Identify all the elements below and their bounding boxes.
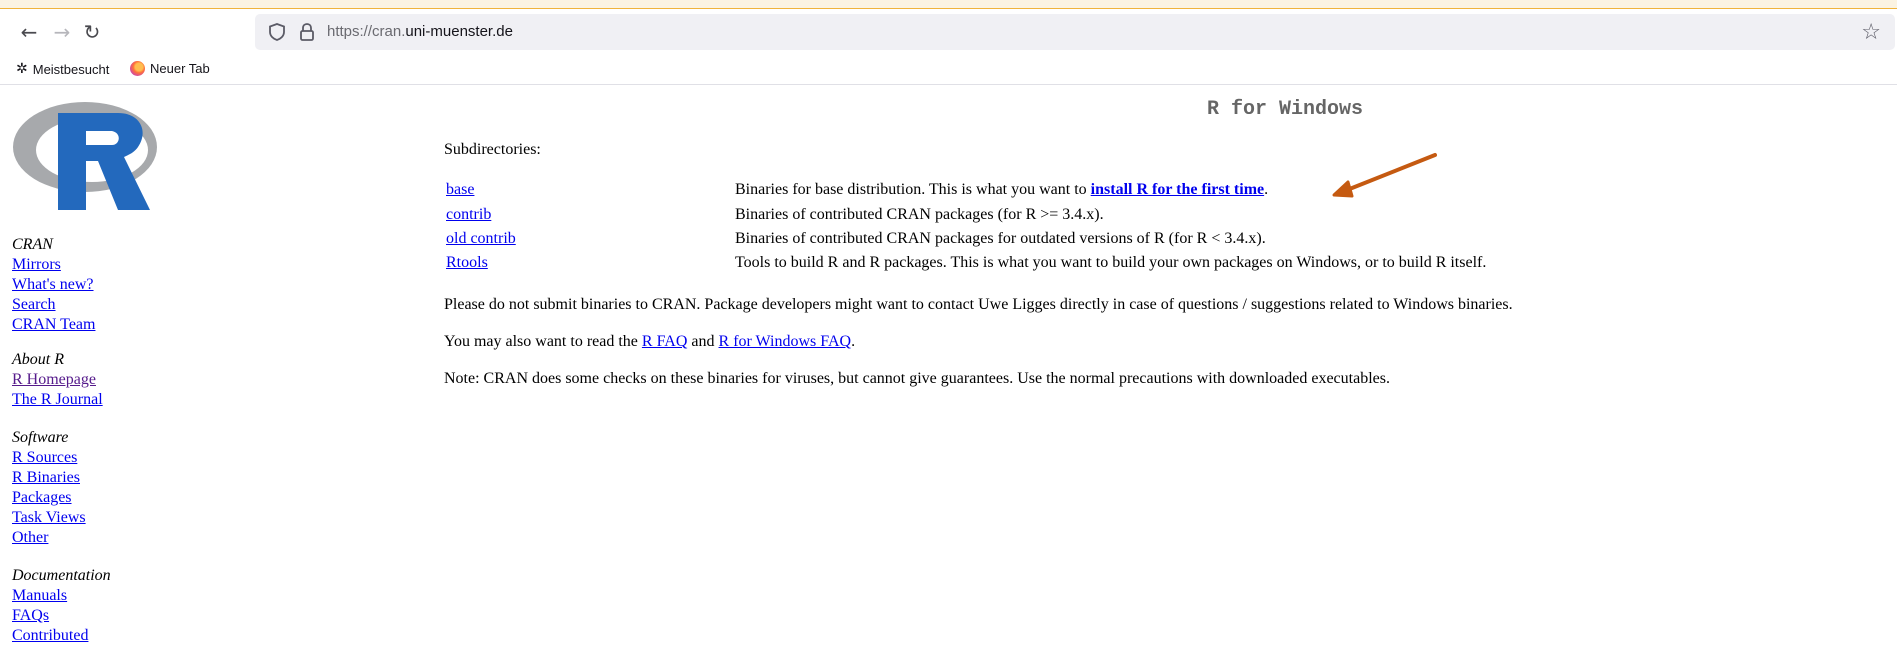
sidebar-link-search[interactable]: Search bbox=[12, 295, 95, 315]
gear-icon: ✲ bbox=[16, 61, 28, 77]
window-top-edge bbox=[0, 0, 1897, 9]
subdir-desc-rtools: Tools to build R and R packages. This is… bbox=[735, 254, 1487, 271]
reload-icon[interactable]: ↻ bbox=[78, 18, 106, 46]
sidebar-group-documentation: Documentation Manuals FAQs Contributed bbox=[12, 566, 111, 646]
subdir-link-rtools[interactable]: Rtools bbox=[446, 254, 488, 271]
subdir-row-contrib: contrib bbox=[446, 206, 491, 224]
sidebar-link-task-views[interactable]: Task Views bbox=[12, 508, 86, 528]
sidebar-link-whats-new[interactable]: What's new? bbox=[12, 275, 95, 295]
sidebar-link-r-journal[interactable]: The R Journal bbox=[12, 390, 103, 410]
sidebar-group-software: Software R Sources R Binaries Packages T… bbox=[12, 428, 86, 548]
sidebar-link-r-sources[interactable]: R Sources bbox=[12, 448, 86, 468]
sidebar-link-faqs[interactable]: FAQs bbox=[12, 606, 111, 626]
page-title: R for Windows bbox=[1207, 98, 1364, 121]
sidebar-link-manuals[interactable]: Manuals bbox=[12, 586, 111, 606]
subdir-desc-old-contrib: Binaries of contributed CRAN packages fo… bbox=[735, 230, 1266, 247]
sidebar-link-r-binaries[interactable]: R Binaries bbox=[12, 468, 86, 488]
sidebar-heading: Software bbox=[12, 429, 69, 446]
sidebar-heading: CRAN bbox=[12, 236, 53, 253]
bookmark-most-visited[interactable]: ✲ Meistbesucht bbox=[16, 61, 109, 77]
subdir-row-old-contrib: old contrib bbox=[446, 230, 516, 248]
faq-paragraph: You may also want to read the R FAQ and … bbox=[444, 333, 856, 350]
firefox-icon bbox=[130, 61, 145, 76]
subdirectories-label: Subdirectories: bbox=[444, 141, 541, 158]
sidebar-group-about-r: About R R Homepage The R Journal bbox=[12, 350, 103, 410]
install-r-first-time-link[interactable]: install R for the first time bbox=[1091, 181, 1264, 198]
binaries-notice: Please do not submit binaries to CRAN. P… bbox=[444, 296, 1513, 313]
shield-icon[interactable] bbox=[267, 22, 287, 42]
browser-toolbar: ← → ↻ https://cran.uni-muenster.de ☆ bbox=[0, 10, 1897, 55]
r-logo[interactable] bbox=[10, 95, 160, 215]
sidebar-group-cran: CRAN Mirrors What's new? Search CRAN Tea… bbox=[12, 235, 95, 335]
bookmark-star-icon[interactable]: ☆ bbox=[1861, 20, 1881, 45]
annotation-arrow-icon bbox=[1332, 153, 1437, 198]
bookmarks-bar: ✲ Meistbesucht Neuer Tab bbox=[0, 55, 1897, 85]
sidebar-link-cran-team[interactable]: CRAN Team bbox=[12, 315, 95, 335]
back-arrow-icon[interactable]: ← bbox=[15, 18, 43, 46]
virus-note: Note: CRAN does some checks on these bin… bbox=[444, 370, 1390, 387]
sidebar-link-other[interactable]: Other bbox=[12, 528, 86, 548]
sidebar-heading: Documentation bbox=[12, 567, 111, 584]
address-bar[interactable]: https://cran.uni-muenster.de ☆ bbox=[255, 14, 1895, 50]
sidebar-link-r-homepage[interactable]: R Homepage bbox=[12, 370, 103, 390]
r-windows-faq-link[interactable]: R for Windows FAQ bbox=[719, 333, 852, 350]
subdir-link-base[interactable]: base bbox=[446, 181, 474, 198]
url-text[interactable]: https://cran.uni-muenster.de bbox=[327, 23, 513, 40]
subdir-desc-base: Binaries for base distribution. This is … bbox=[735, 181, 1269, 198]
sidebar-link-mirrors[interactable]: Mirrors bbox=[12, 255, 95, 275]
subdir-desc-contrib: Binaries of contributed CRAN packages (f… bbox=[735, 206, 1104, 223]
r-faq-link[interactable]: R FAQ bbox=[642, 333, 688, 350]
subdir-link-old-contrib[interactable]: old contrib bbox=[446, 230, 516, 247]
sidebar-heading: About R bbox=[12, 351, 64, 368]
lock-icon[interactable] bbox=[297, 21, 317, 43]
subdir-row-rtools: Rtools bbox=[446, 254, 488, 272]
forward-arrow-icon[interactable]: → bbox=[48, 18, 76, 46]
sidebar-link-packages[interactable]: Packages bbox=[12, 488, 86, 508]
subdir-row-base: base bbox=[446, 181, 474, 199]
subdir-link-contrib[interactable]: contrib bbox=[446, 206, 491, 223]
bookmark-new-tab[interactable]: Neuer Tab bbox=[130, 61, 210, 76]
sidebar-link-contributed[interactable]: Contributed bbox=[12, 626, 111, 646]
